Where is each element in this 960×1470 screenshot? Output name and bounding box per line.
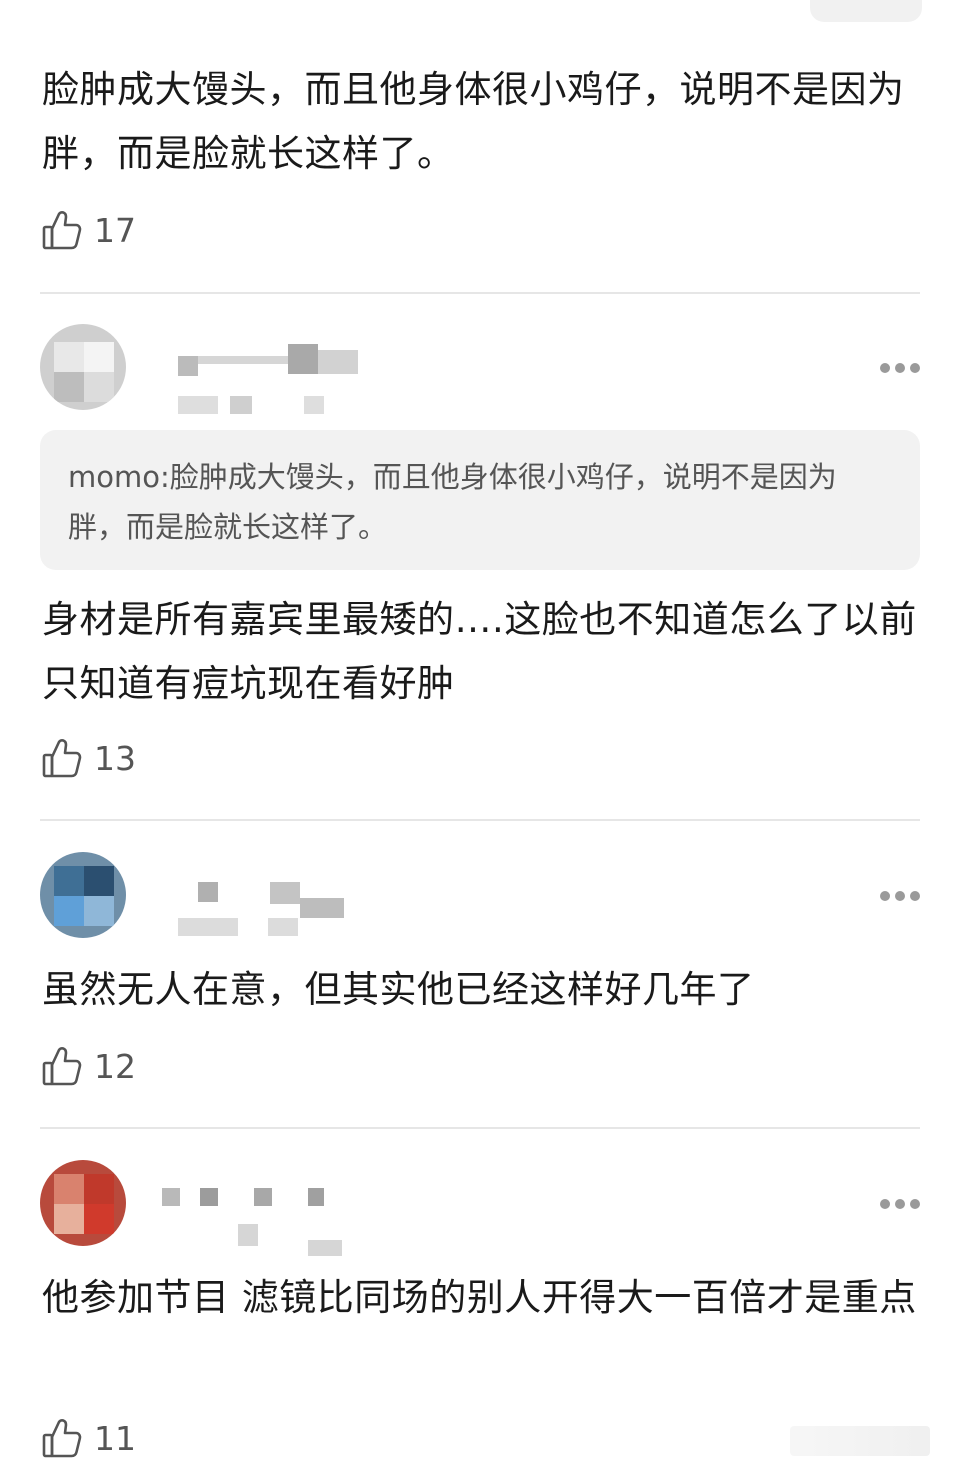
thumbs-up-icon (42, 211, 82, 250)
username-blurred[interactable] (158, 1180, 358, 1260)
avatar[interactable] (40, 324, 126, 410)
avatar[interactable] (40, 1160, 126, 1246)
like-count: 12 (94, 1046, 136, 1086)
comment-text: 他参加节目 滤镜比同场的别人开得大一百倍才是重点 (42, 1276, 917, 1319)
like-count: 11 (94, 1418, 136, 1458)
comment-text: 脸肿成大馒头，而且他身体很小鸡仔，说明不是因为胖，而是脸就长这样了。 (42, 68, 905, 175)
quoted-comment-text: momo:脸肿成大馒头，而且他身体很小鸡仔，说明不是因为胖，而是脸就长这样了。 (68, 460, 837, 544)
comment-text: 虽然无人在意，但其实他已经这样好几年了 (42, 968, 755, 1011)
thumbs-up-icon (42, 1047, 82, 1086)
avatar[interactable] (40, 852, 126, 938)
watermark (790, 1426, 930, 1456)
like-button[interactable]: 11 (42, 1416, 136, 1460)
like-button[interactable]: 12 (42, 1044, 136, 1088)
comment-text: 身材是所有嘉宾里最矮的….这脸也不知道怎么了以前只知道有痘坑现在看好肿 (42, 598, 917, 705)
like-count: 13 (94, 738, 136, 778)
top-action-pill[interactable] (810, 0, 922, 22)
top-username-remnant (40, 0, 180, 6)
divider (40, 819, 920, 821)
more-dots-icon[interactable] (880, 362, 920, 374)
more-dots-icon[interactable] (880, 890, 920, 902)
like-count: 17 (94, 210, 136, 250)
divider (40, 292, 920, 294)
more-dots-icon[interactable] (880, 1198, 920, 1210)
thumbs-up-icon (42, 739, 82, 778)
username-blurred[interactable] (178, 878, 368, 948)
username-blurred[interactable] (178, 330, 368, 420)
divider (40, 1127, 920, 1129)
like-button[interactable]: 13 (42, 736, 136, 780)
thumbs-up-icon (42, 1419, 82, 1458)
quoted-comment: momo:脸肿成大馒头，而且他身体很小鸡仔，说明不是因为胖，而是脸就长这样了。 (40, 430, 920, 570)
like-button[interactable]: 17 (42, 208, 136, 252)
